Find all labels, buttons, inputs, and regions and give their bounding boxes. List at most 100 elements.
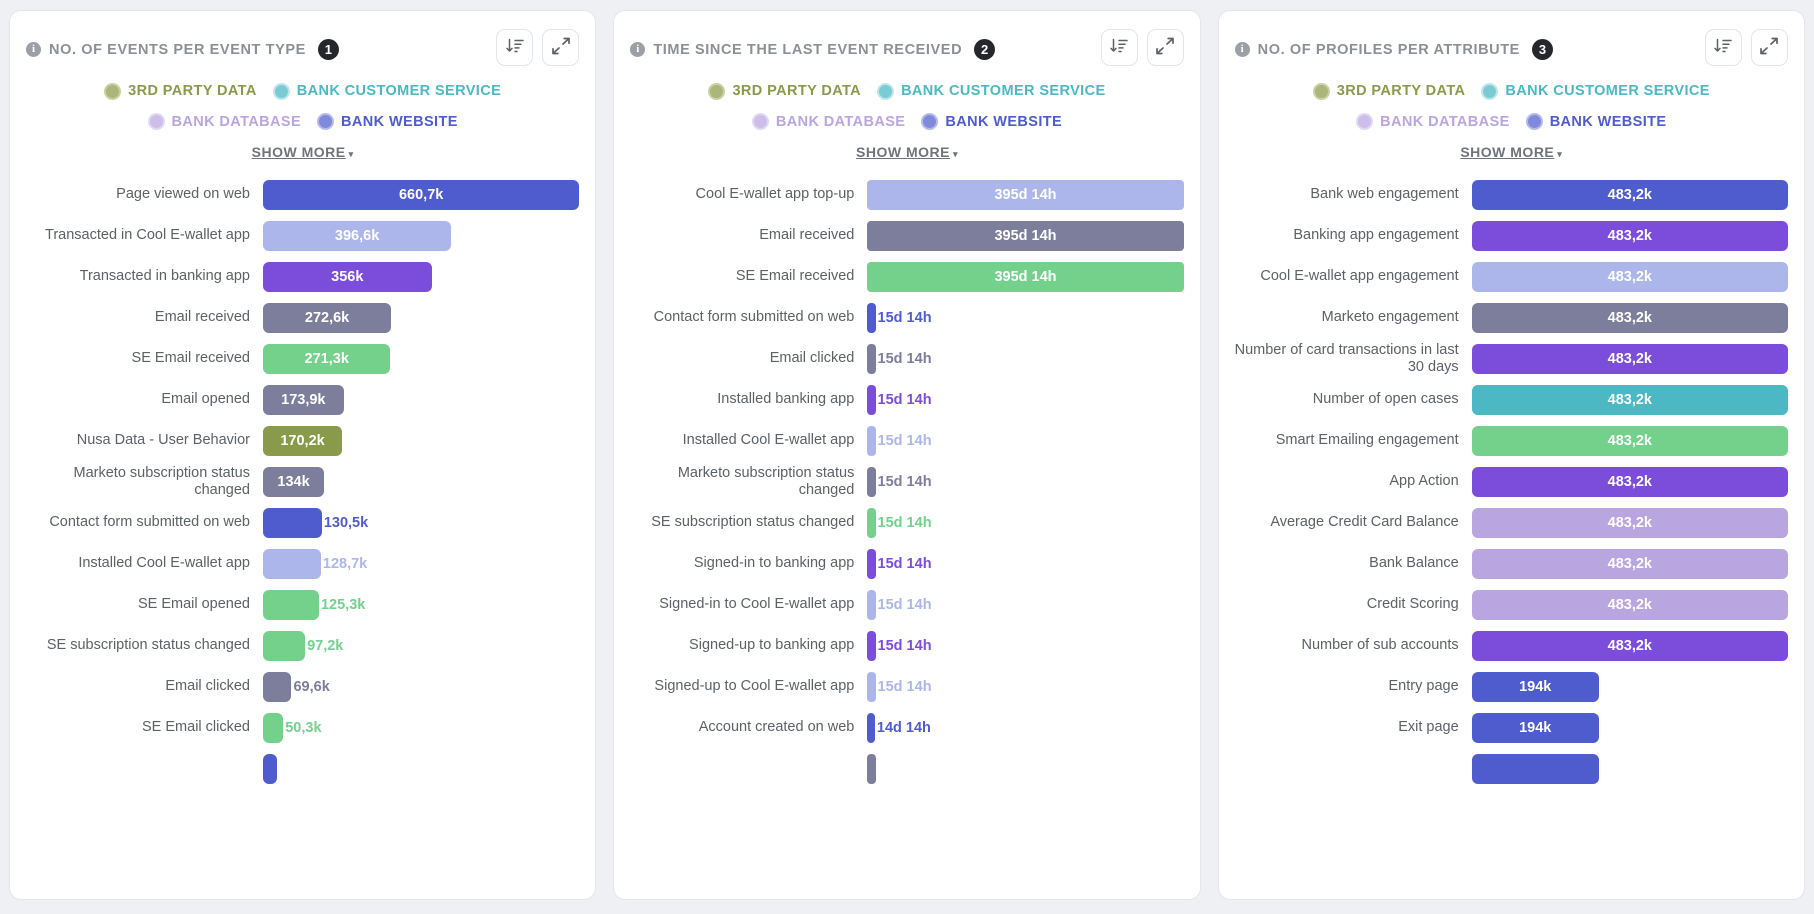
expand-button[interactable]	[1146, 29, 1184, 66]
bar-row-label: Signed-in to Cool E-wallet app	[659, 596, 855, 612]
bar[interactable]: 396,6k	[263, 220, 452, 251]
bar-track: 15d 14h	[867, 589, 1183, 620]
info-icon[interactable]: i	[26, 42, 41, 57]
sort-descending-icon	[1713, 36, 1733, 59]
bar[interactable]: 483,2k	[1471, 343, 1788, 374]
legend-color-dot	[877, 82, 895, 100]
bar[interactable]: 173,9k	[263, 384, 344, 415]
bar[interactable]	[867, 425, 876, 456]
bar[interactable]	[867, 507, 876, 538]
bar[interactable]	[867, 630, 876, 661]
bar[interactable]: 483,2k	[1471, 220, 1788, 251]
legend-item-2[interactable]: BANK CUSTOMER SERVICE	[877, 78, 1105, 104]
bar[interactable]: 356k	[263, 261, 432, 292]
legend-item-3[interactable]: BANK DATABASE	[1356, 109, 1510, 135]
bar-row-label: Signed-up to banking app	[689, 637, 855, 653]
legend-item-4[interactable]: BANK WEBSITE	[317, 109, 458, 135]
bar-row-label: Marketo engagement	[1321, 309, 1459, 325]
bar[interactable]	[263, 507, 322, 538]
chevron-down-icon: ▾	[952, 149, 958, 159]
expand-button[interactable]	[542, 29, 580, 66]
bar[interactable]	[1471, 753, 1599, 784]
bar-track: 15d 14h	[867, 630, 1183, 661]
bar[interactable]: 395d 14h	[867, 179, 1184, 210]
show-more-button[interactable]: SHOW MORE ▾	[1460, 144, 1562, 160]
legend-item-4[interactable]: BANK WEBSITE	[921, 109, 1062, 135]
legend-item-2[interactable]: BANK CUSTOMER SERVICE	[1481, 78, 1709, 104]
table-row: Bank Balance 483,2k	[1229, 543, 1788, 584]
panel-header: i NO. OF PROFILES PER ATTRIBUTE 3 3RD PARTY…	[1219, 11, 1804, 160]
bar-row-label: SE subscription status changed	[651, 514, 855, 530]
legend-item-3[interactable]: BANK DATABASE	[147, 109, 302, 135]
panel-header-buttons	[1704, 29, 1788, 66]
table-row: Page viewed on web 660,7k	[20, 174, 580, 215]
bar-track	[1471, 753, 1788, 784]
bar[interactable]: 483,2k	[1471, 179, 1788, 210]
bar[interactable]: 170,2k	[263, 425, 343, 456]
bar[interactable]: 395d 14h	[867, 220, 1184, 251]
legend-item-3[interactable]: BANK DATABASE	[751, 109, 906, 135]
bar-track: 97,2k	[263, 630, 579, 661]
bar[interactable]	[867, 548, 876, 579]
bar-value: 15d 14h	[877, 637, 932, 654]
bar[interactable]	[867, 466, 876, 497]
bar[interactable]: 483,2k	[1471, 466, 1788, 497]
panel-2: i TIME SINCE THE LAST EVENT RECEIVED 2 3RD …	[613, 10, 1201, 900]
bar[interactable]: 483,2k	[1471, 589, 1788, 620]
bar[interactable]: 194k	[1471, 671, 1599, 702]
bar[interactable]: 483,2k	[1471, 548, 1788, 579]
bar[interactable]: 483,2k	[1471, 507, 1788, 538]
legend-item-1[interactable]: 3RD PARTY DATA	[104, 78, 257, 104]
info-icon[interactable]: i	[1234, 42, 1250, 57]
bar[interactable]: 483,2k	[1471, 261, 1788, 292]
legend-item-1[interactable]: 3RD PARTY DATA	[1312, 78, 1466, 104]
sort-button[interactable]	[496, 29, 534, 66]
bar[interactable]	[867, 671, 876, 702]
bar-value: 194k	[1519, 678, 1552, 695]
table-row: Nusa Data - User Behavior 170,2k	[20, 420, 579, 461]
bar[interactable]: 272,6k	[263, 302, 392, 333]
sort-button[interactable]	[1100, 29, 1138, 66]
bar-row-label: Exit page	[1398, 719, 1459, 735]
info-icon[interactable]: i	[630, 42, 646, 57]
page-title: NO. OF PROFILES PER ATTRIBUTE	[1257, 41, 1520, 58]
bar[interactable]: 194k	[1471, 712, 1599, 743]
legend-item-label: 3RD PARTY DATA	[732, 83, 862, 99]
table-row: Account created on web 14d 14h	[624, 707, 1183, 748]
bar-track: 483,2k	[1471, 343, 1788, 374]
bar[interactable]	[263, 712, 284, 743]
bar[interactable]: 134k	[263, 466, 325, 497]
bar-track	[867, 753, 1183, 784]
bar-row-label: Account created on web	[698, 719, 855, 735]
bar[interactable]	[263, 671, 292, 702]
bar[interactable]	[263, 548, 321, 579]
bar-value: 395d 14h	[994, 186, 1057, 203]
bar[interactable]	[867, 302, 876, 333]
bar-row-label: Bank web engagement	[1310, 186, 1459, 202]
show-more-button[interactable]: SHOW MORE ▾	[856, 144, 958, 160]
legend-item-4[interactable]: BANK WEBSITE	[1525, 109, 1667, 135]
bar[interactable]: 483,2k	[1471, 425, 1788, 456]
bar-track: 272,6k	[263, 302, 579, 333]
bar[interactable]: 395d 14h	[867, 261, 1184, 292]
bar[interactable]	[867, 343, 876, 374]
bar[interactable]	[867, 753, 876, 784]
legend-item-2[interactable]: BANK CUSTOMER SERVICE	[272, 78, 501, 104]
bar-track: 69,6k	[263, 671, 579, 702]
table-row: Number of sub accounts 483,2k	[1229, 625, 1788, 666]
bar[interactable]	[867, 384, 876, 415]
legend-item-1[interactable]: 3RD PARTY DATA	[708, 78, 861, 104]
bar[interactable]: 271,3k	[263, 343, 391, 374]
bar[interactable]	[263, 753, 278, 784]
bar[interactable]	[263, 589, 319, 620]
expand-button[interactable]	[1750, 29, 1788, 66]
bar[interactable]	[867, 589, 876, 620]
bar[interactable]: 483,2k	[1471, 630, 1788, 661]
bar[interactable]	[263, 630, 306, 661]
show-more-button[interactable]: SHOW MORE ▾	[252, 144, 354, 160]
bar[interactable]: 483,2k	[1471, 302, 1788, 333]
bar[interactable]: 483,2k	[1471, 384, 1788, 415]
sort-button[interactable]	[1704, 29, 1742, 66]
bar[interactable]	[867, 712, 875, 743]
bar[interactable]: 660,7k	[263, 179, 580, 210]
